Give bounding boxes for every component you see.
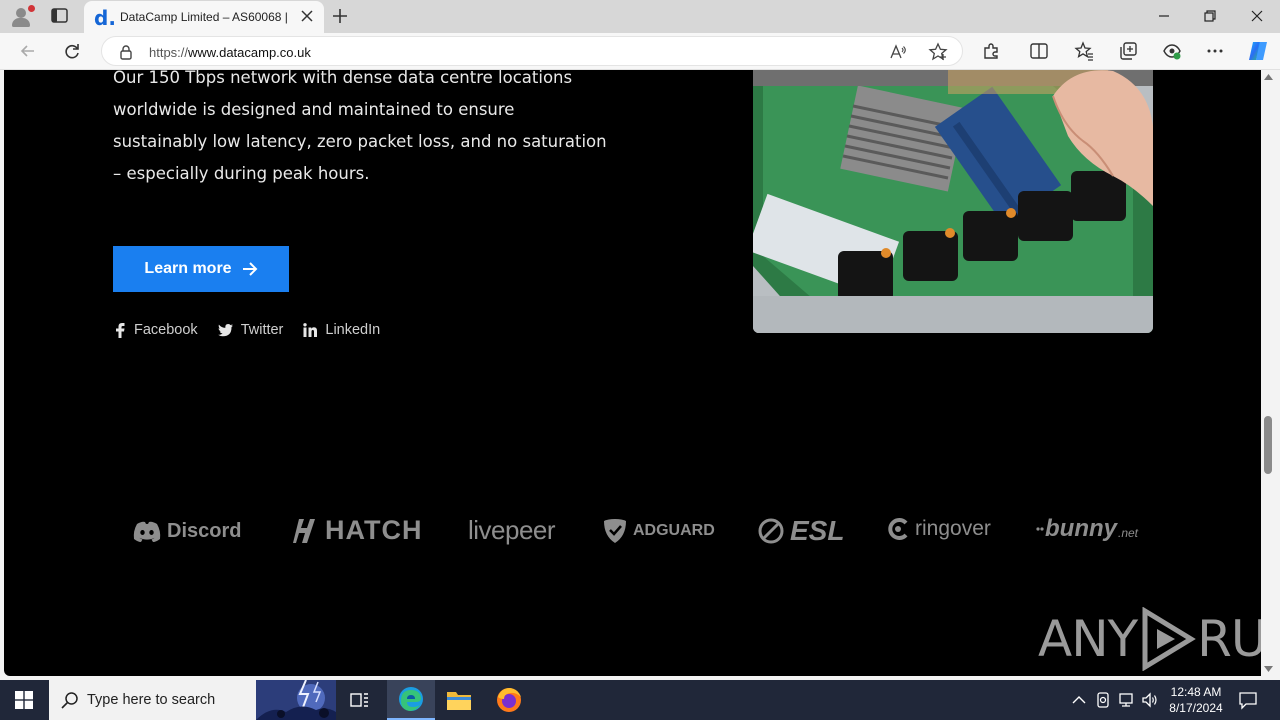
collections-icon[interactable]: [1118, 41, 1138, 61]
page-scrollbar[interactable]: [1261, 70, 1276, 676]
read-aloud-icon[interactable]: [889, 43, 907, 61]
taskbar-search-box[interactable]: Type here to search: [49, 680, 336, 720]
anyrun-watermark: ANY RUN: [1038, 607, 1261, 671]
facebook-link[interactable]: Facebook: [114, 322, 198, 338]
twitter-label: Twitter: [240, 322, 284, 338]
search-placeholder: Type here to search: [87, 692, 216, 708]
edge-browser-icon: [399, 687, 423, 711]
search-highlight-image-icon: [256, 680, 336, 720]
tab-actions-icon[interactable]: [50, 7, 70, 25]
esl-icon: [758, 518, 784, 544]
hatch-icon: [293, 518, 315, 543]
bunny-dots-icon: [1036, 527, 1044, 531]
learn-more-label: Learn more: [144, 260, 232, 277]
windows-logo-icon: [15, 691, 33, 709]
linkedin-link[interactable]: LinkedIn: [303, 322, 380, 338]
linkedin-label: LinkedIn: [325, 322, 381, 338]
server-hardware-photo: [753, 70, 1153, 333]
task-view-icon: [350, 693, 368, 707]
adguard-shield-icon: [604, 519, 626, 543]
device-tray-icon[interactable]: [1094, 691, 1112, 709]
search-icon: [61, 692, 78, 709]
discord-logo: Discord: [133, 520, 241, 543]
browser-essentials-icon[interactable]: [1162, 41, 1182, 61]
file-explorer-button[interactable]: [435, 680, 483, 720]
ringover-icon: [888, 518, 908, 540]
linkedin-icon: [303, 323, 318, 337]
volume-icon[interactable]: [1141, 691, 1159, 709]
folder-icon: [447, 692, 471, 710]
task-view-button[interactable]: [336, 680, 384, 720]
profile-avatar-icon[interactable]: [10, 5, 35, 27]
clock-date: 8/17/2024: [1169, 701, 1223, 715]
scroll-up-icon[interactable]: [1264, 74, 1273, 80]
show-hidden-icons-chevron-icon[interactable]: [1070, 691, 1088, 709]
favorites-icon[interactable]: [1074, 41, 1094, 61]
scroll-thumb[interactable]: [1264, 416, 1272, 474]
windows-taskbar: Type here to search 12:48 AM 8/17/2024: [0, 680, 1280, 720]
esl-logo: ESL: [758, 515, 844, 547]
client-logos: Discord HATCH livepeer ADGUARD ESL ringo…: [133, 510, 1143, 554]
bunny-net-logo: bunny .net: [1036, 515, 1138, 543]
browser-toolbar: https://www.datacamp.co.uk: [0, 33, 1280, 70]
ringover-logo: ringover: [887, 517, 991, 541]
url-text: https://www.datacamp.co.uk: [149, 45, 311, 60]
back-arrow-icon[interactable]: [18, 41, 38, 61]
hatch-logo: HATCH: [293, 515, 422, 546]
livepeer-logo: livepeer: [468, 515, 556, 545]
twitter-icon: [217, 323, 233, 336]
favorite-star-icon[interactable]: [928, 42, 948, 62]
learn-more-button[interactable]: Learn more: [113, 246, 289, 292]
close-window-icon[interactable]: [1247, 6, 1267, 26]
close-tab-icon[interactable]: [300, 9, 314, 23]
new-tab-icon[interactable]: [331, 7, 349, 25]
firefox-icon: [497, 688, 521, 712]
tab-strip: d. DataCamp Limited – AS60068 | D: [0, 0, 1280, 33]
discord-icon: [133, 521, 161, 542]
tab-title: DataCamp Limited – AS60068 | D: [120, 10, 292, 24]
firefox-taskbar-button[interactable]: [485, 680, 533, 720]
twitter-link[interactable]: Twitter: [217, 322, 284, 338]
browser-tab-active[interactable]: d. DataCamp Limited – AS60068 | D: [84, 1, 324, 33]
refresh-icon[interactable]: [62, 41, 82, 61]
lock-icon[interactable]: [119, 44, 133, 60]
copilot-icon[interactable]: [1246, 39, 1270, 63]
edge-taskbar-button[interactable]: [387, 680, 435, 720]
network-icon[interactable]: [1117, 691, 1135, 709]
restore-icon[interactable]: [1200, 6, 1220, 26]
scroll-down-icon[interactable]: [1264, 666, 1273, 672]
split-screen-icon[interactable]: [1029, 41, 1049, 61]
network-description: Our 150 Tbps network with dense data cen…: [113, 70, 607, 183]
system-clock[interactable]: 12:48 AM 8/17/2024: [1164, 684, 1228, 716]
extensions-icon[interactable]: [981, 41, 1001, 61]
more-options-icon[interactable]: [1205, 41, 1225, 61]
notification-dot: [28, 5, 35, 12]
anyrun-play-icon: [1142, 607, 1196, 671]
facebook-icon: [116, 322, 125, 338]
social-links: Facebook Twitter LinkedIn: [114, 322, 380, 338]
arrow-right-icon: [242, 262, 257, 276]
start-button[interactable]: [0, 680, 48, 720]
address-bar[interactable]: https://www.datacamp.co.uk: [101, 36, 963, 66]
minimize-icon[interactable]: [1154, 6, 1174, 26]
clock-time: 12:48 AM: [1170, 685, 1222, 699]
notifications-icon[interactable]: [1238, 690, 1258, 710]
page-viewport: Our 150 Tbps network with dense data cen…: [4, 70, 1261, 676]
adguard-logo: ADGUARD: [603, 518, 715, 544]
facebook-label: Facebook: [134, 322, 198, 338]
datacamp-favicon-icon: d.: [94, 6, 116, 30]
